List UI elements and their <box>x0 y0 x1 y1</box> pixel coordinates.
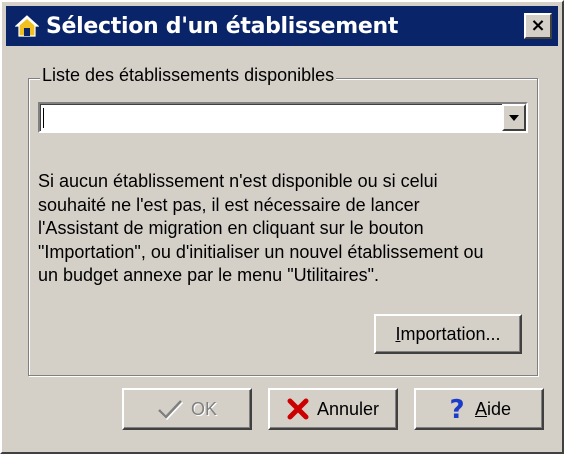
red-x-icon <box>287 398 309 420</box>
text-caret <box>43 108 44 128</box>
help-button[interactable]: ? Aide <box>414 388 544 430</box>
ok-button[interactable]: OK <box>122 388 252 430</box>
help-mnemonic: A <box>474 398 487 419</box>
cancel-label: Annuler <box>316 398 380 419</box>
info-text: Si aucun établissement n'est disponible … <box>38 171 484 285</box>
establishment-dropdown[interactable] <box>38 102 528 133</box>
title-bar[interactable]: Sélection d'un établissement × <box>6 6 558 46</box>
help-label: ide <box>486 398 512 419</box>
dropdown-arrow-button[interactable] <box>502 104 526 131</box>
checkmark-icon <box>157 398 183 420</box>
svg-text:?: ? <box>449 396 464 422</box>
cancel-button[interactable]: Annuler <box>268 388 398 430</box>
house-icon <box>14 13 40 39</box>
close-icon: × <box>530 15 546 36</box>
import-button[interactable]: Importation... <box>374 314 522 354</box>
groupbox-legend: Liste des établissements disponibles <box>40 65 337 86</box>
close-button[interactable]: × <box>524 13 552 39</box>
chevron-down-icon <box>508 109 520 127</box>
question-mark-icon: ? <box>447 396 467 422</box>
ok-label: OK <box>190 398 217 419</box>
dialog-window: Sélection d'un établissement × Liste des… <box>0 0 564 454</box>
window-title: Sélection d'un établissement <box>46 13 399 39</box>
import-label: mportation... <box>400 323 501 344</box>
